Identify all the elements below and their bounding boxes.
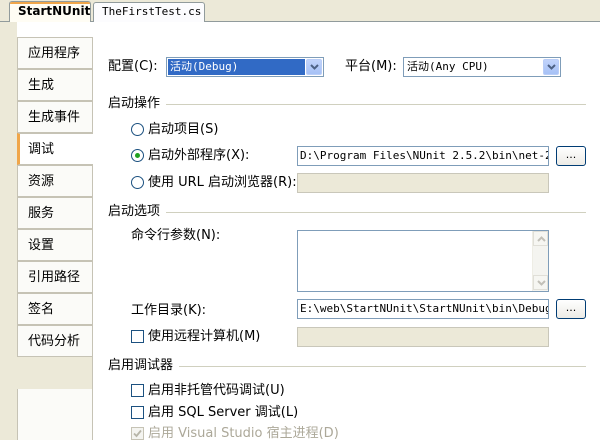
side-tab-build-events[interactable]: 生成事件 bbox=[17, 101, 92, 133]
start-project-radio[interactable] bbox=[131, 123, 144, 136]
side-tab-label: 设置 bbox=[28, 238, 55, 253]
side-tab-build[interactable]: 生成 bbox=[17, 69, 92, 101]
side-tab-label: 引用路径 bbox=[28, 270, 81, 285]
section-divider bbox=[179, 366, 586, 367]
platform-value: 活动(Any CPU) bbox=[407, 60, 489, 73]
side-tab-label: 资源 bbox=[28, 174, 55, 189]
unmanaged-debug-label: 启用非托管代码调试(U) bbox=[148, 383, 285, 398]
side-tab-label: 应用程序 bbox=[28, 46, 81, 61]
start-action-title: 启动操作 bbox=[108, 96, 161, 111]
start-options-title: 启动选项 bbox=[108, 204, 161, 219]
content-divider bbox=[92, 37, 93, 440]
side-tab-label: 调试 bbox=[28, 142, 55, 157]
enable-debuggers-title: 启用调试器 bbox=[108, 358, 174, 373]
doc-tab-label: StartNUnit bbox=[18, 4, 91, 18]
platform-label: 平台(M): bbox=[345, 59, 397, 74]
section-divider bbox=[166, 104, 586, 105]
browse-working-dir-button[interactable]: ... bbox=[556, 299, 586, 319]
working-dir-input[interactable]: E:\web\StartNUnit\StartNUnit\bin\Debug\ bbox=[297, 299, 549, 319]
start-external-radio[interactable] bbox=[131, 149, 144, 162]
left-margin bbox=[0, 22, 17, 440]
sql-debug-label: 启用 SQL Server 调试(L) bbox=[148, 405, 299, 420]
config-value: 活动(Debug) bbox=[168, 59, 305, 75]
doc-tab-label: TheFirstTest.cs bbox=[102, 5, 202, 18]
side-tab-resources[interactable]: 资源 bbox=[17, 165, 92, 197]
doc-tab-startnunit[interactable]: StartNUnit bbox=[9, 1, 91, 23]
vshost-label: 启用 Visual Studio 宿主进程(D) bbox=[148, 426, 339, 440]
remote-machine-label: 使用远程计算机(M) bbox=[148, 329, 261, 344]
platform-dropdown[interactable]: 活动(Any CPU) bbox=[403, 57, 561, 77]
side-tab-code-analysis[interactable]: 代码分析 bbox=[17, 325, 92, 357]
scroll-up-icon[interactable] bbox=[533, 231, 548, 246]
config-dropdown[interactable]: 活动(Debug) bbox=[166, 57, 324, 77]
cmd-args-label: 命令行参数(N): bbox=[131, 228, 221, 243]
start-url-input[interactable] bbox=[297, 173, 549, 193]
doc-tab-thefirsttest[interactable]: TheFirstTest.cs bbox=[93, 2, 205, 22]
config-label: 配置(C): bbox=[108, 59, 158, 74]
project-properties-page: 应用程序 生成 生成事件 调试 资源 服务 设置 引用路径 签名 代码分析 配置… bbox=[0, 22, 600, 440]
side-tab-label: 生成 bbox=[28, 78, 55, 93]
side-tab-signing[interactable]: 签名 bbox=[17, 293, 92, 325]
remote-machine-checkbox[interactable] bbox=[131, 330, 144, 343]
sql-debug-checkbox[interactable] bbox=[131, 406, 144, 419]
start-project-label: 启动项目(S) bbox=[148, 122, 219, 137]
vshost-checkbox[interactable] bbox=[131, 427, 144, 440]
cmd-args-textarea[interactable] bbox=[297, 230, 549, 292]
side-tab-reference-paths[interactable]: 引用路径 bbox=[17, 261, 92, 293]
section-divider bbox=[166, 212, 586, 213]
remote-machine-input[interactable] bbox=[297, 327, 549, 347]
side-tab-services[interactable]: 服务 bbox=[17, 197, 92, 229]
active-tab-accent bbox=[10, 2, 90, 4]
chevron-down-icon[interactable] bbox=[543, 59, 559, 75]
side-tabs-filler bbox=[17, 389, 92, 440]
radio-selected-dot bbox=[135, 153, 140, 158]
unmanaged-debug-checkbox[interactable] bbox=[131, 384, 144, 397]
checkmark-icon bbox=[133, 429, 142, 438]
side-tab-label: 生成事件 bbox=[28, 110, 81, 125]
chevron-down-icon[interactable] bbox=[306, 59, 322, 75]
side-tab-label: 服务 bbox=[28, 206, 55, 221]
start-url-label: 使用 URL 启动浏览器(R): bbox=[148, 175, 297, 190]
start-url-radio[interactable] bbox=[131, 176, 144, 189]
side-tab-label: 代码分析 bbox=[28, 334, 81, 349]
property-section-tabs: 应用程序 生成 生成事件 调试 资源 服务 设置 引用路径 签名 代码分析 bbox=[17, 37, 93, 440]
external-program-input[interactable]: D:\Program Files\NUnit 2.5.2\bin\net-2.0… bbox=[297, 146, 549, 166]
side-tab-application[interactable]: 应用程序 bbox=[17, 37, 92, 69]
document-tab-strip: StartNUnit TheFirstTest.cs bbox=[0, 0, 600, 23]
browse-external-button[interactable]: ... bbox=[556, 146, 586, 166]
start-external-label: 启动外部程序(X): bbox=[148, 148, 250, 163]
scroll-down-icon[interactable] bbox=[533, 275, 548, 290]
side-tab-label: 签名 bbox=[28, 302, 55, 317]
vertical-scrollbar[interactable] bbox=[532, 231, 548, 291]
side-tab-debug[interactable]: 调试 bbox=[17, 133, 93, 165]
working-dir-label: 工作目录(K): bbox=[131, 303, 207, 318]
side-tab-settings[interactable]: 设置 bbox=[17, 229, 92, 261]
